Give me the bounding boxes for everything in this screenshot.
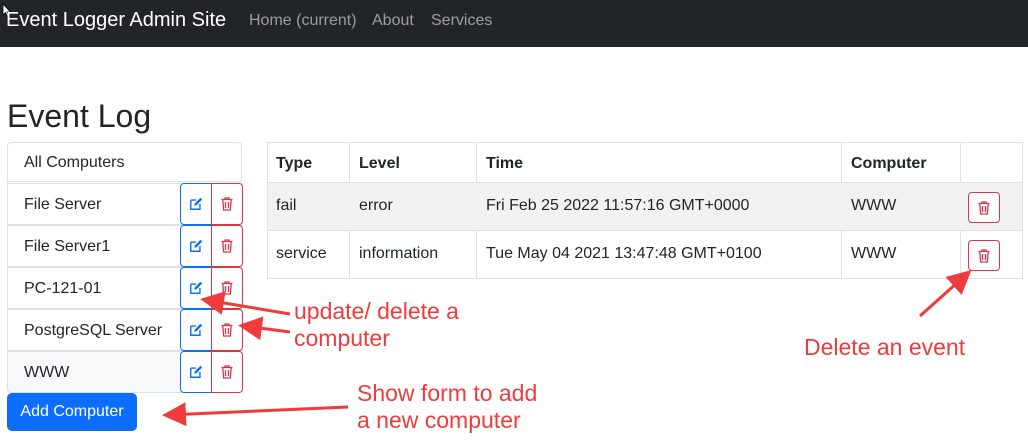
annotation-arrows [162,270,972,427]
annotation-delete-event: Delete an event [804,334,966,360]
annotation-show-form: Show form to add a new computer [357,380,537,434]
annotation-update-delete: update/ delete a computer [294,298,459,352]
annotation-line: Show form to add [357,380,538,406]
annotation-line: computer [294,325,390,351]
arrow-to-add-button [162,402,349,427]
arrow-to-edit-button [200,291,291,316]
annotation-line: update/ delete a [294,298,459,324]
annotation-line: a new computer [357,407,521,433]
arrow-to-delete-event-button [919,270,972,318]
arrow-to-delete-button [238,316,291,341]
